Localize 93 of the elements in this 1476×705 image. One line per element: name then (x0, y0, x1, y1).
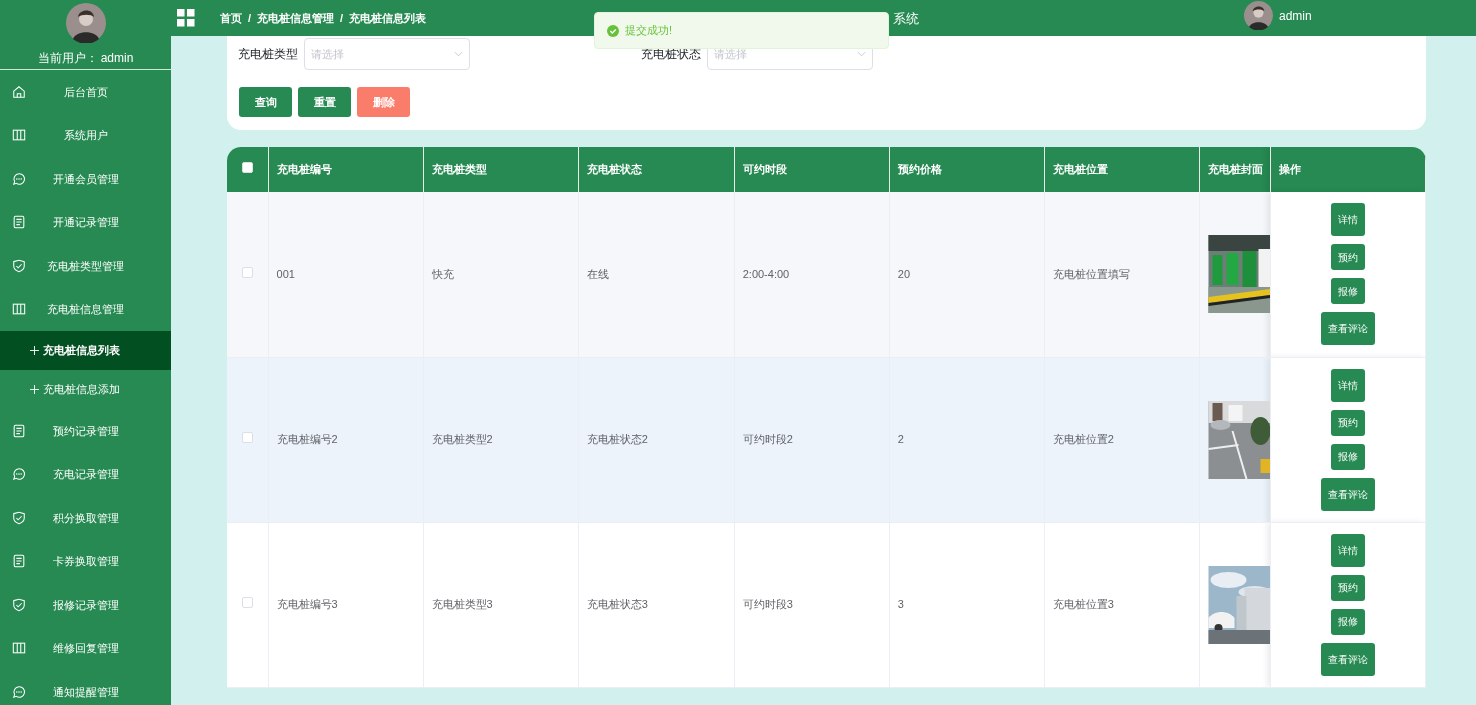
sidebar-item[interactable]: 报修记录管理 (0, 583, 171, 627)
table-cell: 快充 (431, 268, 454, 280)
columns-icon (12, 641, 26, 656)
table-cell: 可约时段2 (742, 433, 793, 446)
chat-icon (12, 467, 26, 482)
shield-check-icon (12, 510, 26, 525)
home-icon (12, 84, 26, 99)
row-action-button[interactable]: 预约 (1330, 574, 1365, 601)
sidebar-item[interactable]: 积分换取管理 (0, 496, 171, 540)
column-header[interactable]: 充电桩类型 (423, 147, 579, 192)
row-action-button[interactable]: 报修 (1330, 278, 1365, 305)
row-action-button[interactable]: 预约 (1330, 244, 1365, 271)
chevron-down-icon (454, 51, 463, 57)
row-action-button[interactable]: 详情 (1330, 368, 1365, 402)
column-header[interactable]: 操作 (1270, 147, 1426, 192)
filter-label: 充电桩状态 (641, 46, 701, 63)
sidebar-item[interactable]: 预约记录管理 (0, 409, 171, 453)
table-cell: 充电桩状态2 (586, 433, 648, 446)
breadcrumb-item[interactable]: 首页 (220, 9, 242, 27)
row-action-button[interactable]: 查看评论 (1320, 642, 1375, 676)
document-icon (12, 423, 26, 438)
breadcrumb-separator: / (340, 10, 344, 26)
plus-icon (30, 385, 39, 394)
column-header[interactable]: 充电桩位置 (1044, 147, 1200, 192)
toast-message: 提交成功! (625, 23, 673, 39)
row-checkbox[interactable] (241, 597, 253, 609)
sidebar-item[interactable]: 后台首页 (0, 70, 171, 114)
action-button[interactable]: 查询 (239, 87, 292, 117)
row-action-button[interactable]: 报修 (1330, 608, 1365, 635)
table-cell: 充电桩编号3 (276, 598, 338, 611)
table-cell: 2:00-4:00 (742, 268, 790, 280)
filter-label: 充电桩类型 (238, 46, 298, 63)
row-checkbox[interactable] (241, 267, 253, 278)
app-title: 系统 (893, 10, 919, 28)
column-header[interactable]: 可约时段 (734, 147, 890, 192)
sidebar-item[interactable]: 开通会员管理 (0, 157, 171, 201)
column-header[interactable]: 充电桩编号 (268, 147, 424, 192)
sidebar-subitem[interactable]: 充电桩信息添加 (0, 370, 171, 409)
plus-icon (30, 346, 39, 355)
shield-check-icon (12, 258, 26, 273)
table-cell: 2 (897, 433, 904, 446)
user-name: admin (100, 50, 134, 67)
sidebar-item[interactable]: 充电桩类型管理 (0, 244, 171, 288)
table-cell: 在线 (586, 268, 609, 280)
success-icon (607, 24, 619, 37)
row-action-button[interactable]: 预约 (1330, 409, 1365, 436)
row-action-button[interactable]: 查看评论 (1320, 312, 1375, 346)
table-cell: 20 (897, 268, 910, 280)
row-checkbox[interactable] (241, 432, 253, 444)
grid-icon[interactable] (177, 9, 195, 27)
column-header[interactable]: 充电桩状态 (578, 147, 735, 192)
current-user-label: 当前用户： (37, 50, 98, 67)
sidebar-item[interactable]: 通知提醒管理 (0, 670, 171, 705)
column-header[interactable]: 充电桩封面 (1199, 147, 1271, 192)
table-cell: 充电桩位置3 (1052, 598, 1114, 611)
chevron-down-icon (857, 51, 866, 57)
avatar (1244, 1, 1273, 30)
action-button[interactable]: 删除 (357, 87, 410, 117)
chat-icon (12, 171, 26, 186)
sidebar-item[interactable]: 卡券换取管理 (0, 539, 171, 583)
breadcrumb-item[interactable]: 充电桩信息列表 (349, 9, 427, 27)
row-action-button[interactable]: 详情 (1330, 533, 1365, 567)
sidebar-item[interactable]: 充电记录管理 (0, 452, 171, 496)
breadcrumb-separator: / (248, 10, 252, 26)
table-cell: 充电桩位置2 (1052, 433, 1114, 446)
sidebar-item[interactable]: 系统用户 (0, 113, 171, 157)
table-cell: 可约时段3 (742, 598, 793, 611)
sidebar-item[interactable]: 维修回复管理 (0, 626, 171, 670)
chat-icon (12, 684, 26, 699)
avatar (65, 3, 106, 43)
table-cell: 充电桩位置填写 (1052, 268, 1130, 280)
columns-icon (12, 128, 26, 143)
shield-check-icon (12, 597, 26, 612)
select-all-checkbox[interactable] (241, 162, 253, 174)
columns-icon (12, 302, 26, 317)
sidebar-subitem[interactable]: 充电桩信息列表 (0, 331, 171, 370)
column-header[interactable]: 预约价格 (889, 147, 1045, 192)
table-cell: 001 (276, 268, 295, 280)
user-name[interactable]: admin (1279, 6, 1312, 25)
table-cell: 充电桩状态3 (586, 598, 648, 611)
row-action-button[interactable]: 查看评论 (1320, 477, 1375, 511)
sidebar-item[interactable]: 充电桩信息管理 (0, 287, 171, 331)
breadcrumb-item[interactable]: 充电桩信息管理 (257, 9, 335, 27)
row-action-button[interactable]: 报修 (1330, 443, 1365, 470)
table-cell: 充电桩类型3 (431, 598, 493, 611)
table-cell: 充电桩类型2 (431, 433, 493, 446)
table-cell: 3 (897, 598, 904, 611)
row-action-button[interactable]: 详情 (1330, 203, 1365, 237)
action-button[interactable]: 重置 (298, 87, 351, 117)
table-cell: 充电桩编号2 (276, 433, 338, 446)
document-icon (12, 215, 26, 230)
sidebar-item[interactable]: 开通记录管理 (0, 200, 171, 244)
document-icon (12, 554, 26, 569)
